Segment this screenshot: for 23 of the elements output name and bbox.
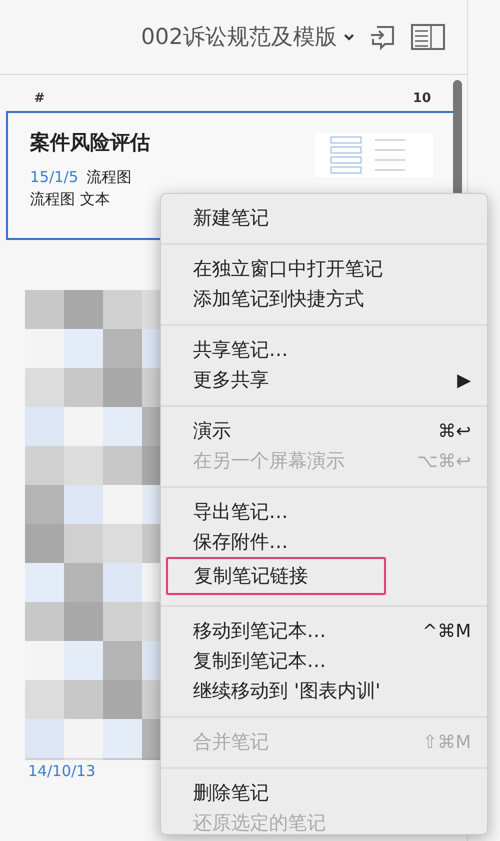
notebook-title[interactable]: 002诉讼规范及模版	[141, 22, 355, 52]
chevron-down-icon	[343, 33, 355, 41]
menu-item[interactable]: 共享笔记…	[167, 335, 481, 365]
sort-label[interactable]: #	[34, 91, 45, 105]
menu-item[interactable]: 复制到笔记本…	[167, 646, 481, 676]
share-icon[interactable]	[369, 23, 397, 51]
highlighted-menu-item[interactable]: 复制笔记链接	[166, 557, 386, 595]
menu-item[interactable]: 演示 ⌘↩	[167, 416, 481, 446]
menu-item[interactable]: 删除笔记	[167, 778, 481, 808]
note-date: 15/1/5	[30, 167, 78, 188]
menu-item[interactable]: 继续移动到 '图表内训'	[167, 676, 481, 706]
note-date: 14/10/13	[28, 762, 96, 780]
menu-item[interactable]: 在独立窗口中打开笔记	[167, 254, 481, 284]
menu-item[interactable]: 保存附件…	[167, 527, 481, 557]
menu-item[interactable]: 添加笔记到快捷方式	[167, 284, 481, 314]
note-count: 10	[412, 91, 431, 105]
layout-icon[interactable]	[411, 24, 445, 50]
note-snippet: 流程图	[86, 167, 132, 188]
menu-item[interactable]: 更多共享 ▶	[167, 365, 481, 395]
note-title: 案件风险评估	[30, 129, 150, 156]
menu-item[interactable]: 移动到笔记本… ^⌘M	[167, 616, 481, 646]
note-snippet: 流程图 文本	[30, 189, 110, 210]
menu-item[interactable]: 导出笔记…	[167, 497, 481, 527]
